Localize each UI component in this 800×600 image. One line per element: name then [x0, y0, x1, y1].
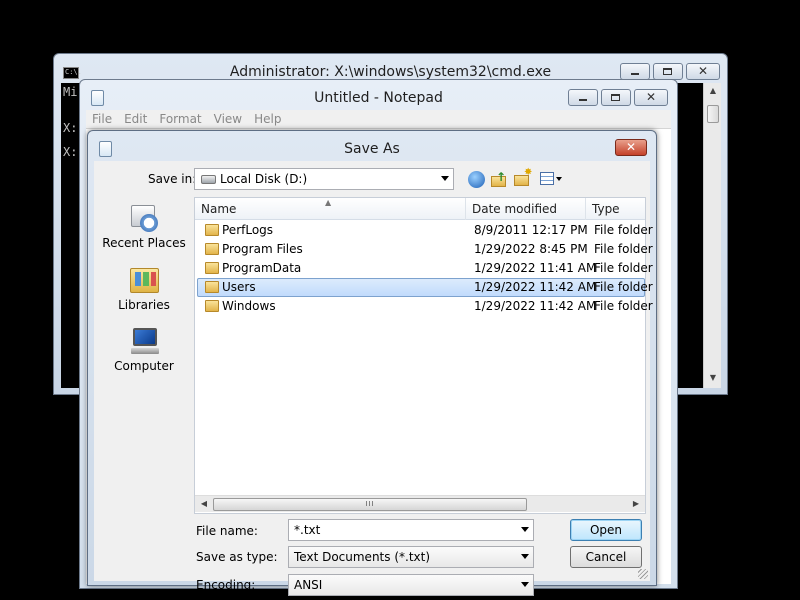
- item-name: PerfLogs: [222, 223, 274, 237]
- scroll-right-icon[interactable]: ▶: [627, 499, 645, 508]
- column-type[interactable]: Type: [586, 198, 647, 220]
- file-name-value: *.txt: [294, 523, 321, 537]
- close-icon: ✕: [697, 64, 709, 78]
- encoding-value: ANSI: [294, 578, 323, 592]
- place-libraries[interactable]: Libraries: [96, 265, 192, 312]
- maximize-button[interactable]: [601, 89, 631, 106]
- item-date: 1/29/2022 11:42 AM: [474, 280, 597, 294]
- item-type: File folder: [594, 280, 653, 294]
- column-date-modified[interactable]: Date modified: [466, 198, 586, 220]
- console-line: X:: [63, 121, 78, 135]
- item-type: File folder: [594, 242, 653, 256]
- item-name: Users: [222, 280, 256, 294]
- place-label: Recent Places: [102, 236, 186, 250]
- menu-format[interactable]: Format: [153, 110, 207, 126]
- close-button[interactable]: ✕: [634, 89, 668, 106]
- save-in-dropdown[interactable]: Local Disk (D:): [194, 168, 454, 190]
- item-date: 1/29/2022 11:42 AM: [474, 299, 597, 313]
- scroll-down-icon[interactable]: ▼: [704, 373, 722, 382]
- item-date: 8/9/2011 12:17 PM: [474, 223, 588, 237]
- maximize-button[interactable]: [653, 63, 683, 80]
- computer-icon: [128, 326, 160, 356]
- scroll-up-icon[interactable]: ▲: [704, 86, 722, 95]
- list-header: Name ▲ Date modified Type: [195, 198, 645, 220]
- file-name-label: File name:: [196, 524, 258, 538]
- close-icon: ✕: [645, 90, 657, 104]
- recent-places-icon: [128, 203, 160, 233]
- close-button[interactable]: ✕: [686, 63, 720, 80]
- item-name: Windows: [222, 299, 276, 313]
- menu-edit[interactable]: Edit: [118, 110, 153, 126]
- chevron-down-icon: [521, 582, 529, 587]
- place-computer[interactable]: Computer: [96, 326, 192, 373]
- scroll-thumb[interactable]: III: [213, 498, 527, 511]
- folder-icon: [205, 224, 219, 236]
- column-name[interactable]: Name ▲: [195, 198, 466, 220]
- item-date: 1/29/2022 8:45 PM: [474, 242, 588, 256]
- save-as-type-label: Save as type:: [196, 550, 278, 564]
- file-list[interactable]: Name ▲ Date modified Type PerfLogs 8/9/20…: [194, 197, 653, 514]
- minimize-icon: [579, 99, 587, 101]
- resize-grip-icon[interactable]: [638, 569, 648, 579]
- place-recent-places[interactable]: Recent Places: [96, 203, 192, 250]
- save-as-dialog[interactable]: Save As ✕ Save in: Local Disk (D:) ↑ ✸ R…: [87, 130, 657, 596]
- item-name: Program Files: [222, 242, 303, 256]
- menu-help[interactable]: Help: [248, 110, 287, 126]
- maximize-icon: [663, 68, 672, 75]
- scroll-left-icon[interactable]: ◀: [195, 499, 213, 508]
- item-type: File folder: [594, 223, 653, 237]
- menu-bar: File Edit Format View Help: [86, 110, 671, 129]
- save-in-value: Local Disk (D:): [220, 172, 308, 186]
- place-label: Libraries: [118, 298, 170, 312]
- list-item[interactable]: Program Files 1/29/2022 8:45 PM File fol…: [197, 240, 653, 259]
- minimize-button[interactable]: [620, 63, 650, 80]
- back-icon[interactable]: [468, 171, 485, 188]
- item-type: File folder: [594, 299, 653, 313]
- scroll-thumb[interactable]: [707, 105, 719, 123]
- menu-view[interactable]: View: [208, 110, 248, 126]
- sort-ascending-icon: ▲: [325, 198, 332, 207]
- save-as-type-value: Text Documents (*.txt): [294, 550, 431, 564]
- cancel-button[interactable]: Cancel: [570, 546, 642, 568]
- horizontal-scrollbar[interactable]: ◀ III ▶: [195, 495, 645, 512]
- close-icon: ✕: [625, 140, 637, 154]
- chevron-down-icon: [521, 527, 529, 532]
- encoding-dropdown[interactable]: ANSI: [288, 574, 534, 596]
- item-date: 1/29/2022 11:41 AM: [474, 261, 597, 275]
- chevron-down-icon: [441, 176, 449, 181]
- list-item[interactable]: PerfLogs 8/9/2011 12:17 PM File folder: [197, 221, 653, 240]
- close-button[interactable]: ✕: [615, 139, 647, 156]
- item-name: ProgramData: [222, 261, 302, 275]
- minimize-button[interactable]: [568, 89, 598, 106]
- list-item[interactable]: ProgramData 1/29/2022 11:41 AM File fold…: [197, 259, 653, 278]
- chevron-down-icon: [521, 554, 529, 559]
- file-name-input[interactable]: *.txt: [288, 519, 534, 541]
- console-line: X:: [63, 145, 78, 159]
- maximize-icon: [611, 94, 620, 101]
- libraries-icon: [128, 265, 160, 295]
- up-folder-icon[interactable]: ↑: [491, 170, 508, 187]
- folder-icon: [205, 262, 219, 274]
- new-folder-icon[interactable]: ✸: [514, 167, 532, 187]
- encoding-label: Encoding:: [196, 578, 256, 592]
- save-in-label: Save in:: [148, 172, 197, 186]
- item-type: File folder: [594, 261, 653, 275]
- place-label: Computer: [114, 359, 174, 373]
- open-button[interactable]: Open: [570, 519, 642, 541]
- dialog-title: Save As: [344, 141, 400, 157]
- drive-icon: [201, 175, 216, 184]
- view-menu-icon[interactable]: [540, 171, 564, 188]
- save-as-type-dropdown[interactable]: Text Documents (*.txt): [288, 546, 534, 568]
- dialog-body: Save in: Local Disk (D:) ↑ ✸ Recent Plac…: [94, 161, 653, 596]
- folder-icon: [205, 281, 219, 293]
- list-item-selected[interactable]: Users 1/29/2022 11:42 AM File folder: [197, 278, 653, 297]
- folder-icon: [205, 300, 219, 312]
- vertical-scrollbar[interactable]: ▲ ▼: [703, 83, 721, 388]
- minimize-icon: [631, 73, 639, 75]
- folder-icon: [205, 243, 219, 255]
- list-item[interactable]: Windows 1/29/2022 11:42 AM File folder: [197, 297, 653, 316]
- console-line: Mi: [63, 85, 78, 99]
- menu-file[interactable]: File: [86, 110, 118, 126]
